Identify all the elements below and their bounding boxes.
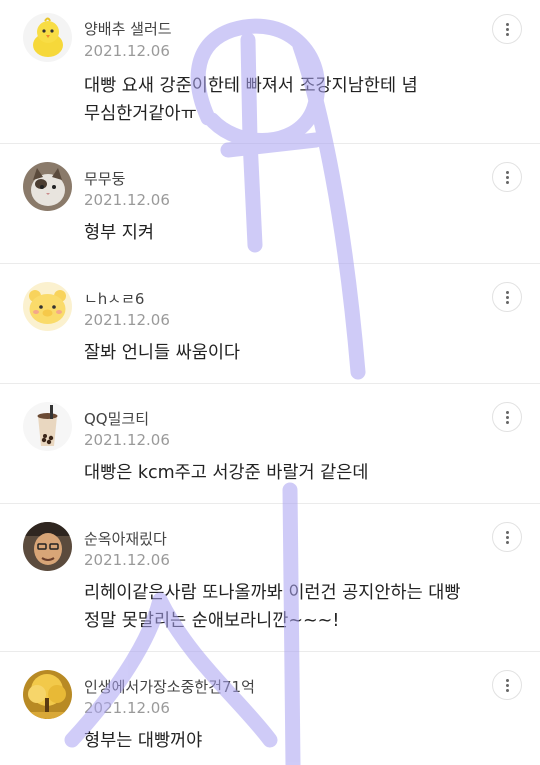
comment-item: 인생에서가장소중한건71억 2021.12.06 형부는 대빵꺼야 [0, 652, 540, 765]
comment-item: QQ밀크티 2021.12.06 대빵은 kcm주고 서강준 바랄거 같은데 [0, 384, 540, 504]
comment-date: 2021.12.06 [84, 699, 170, 717]
comment-date: 2021.12.06 [84, 551, 170, 569]
comment-date: 2021.12.06 [84, 311, 170, 329]
comment-text: 잘봐 언니들 싸움이다 [84, 339, 500, 367]
comment-date: 2021.12.06 [84, 431, 170, 449]
vertical-dots-icon [505, 22, 509, 26]
vertical-dots-icon [505, 678, 509, 682]
comment-text-line: 무심한거같아ㅠ [84, 104, 197, 124]
yellow-chick-avatar[interactable] [23, 13, 72, 62]
comment-text-line: 대빵은 kcm주고 서강준 바랄거 같은데 [84, 463, 369, 483]
comment-item: 순옥아재맀다 2021.12.06 리헤이같은사람 또나올까봐 이런건 공지안하… [0, 504, 540, 652]
more-options-button[interactable] [492, 670, 522, 700]
comment-nickname[interactable]: QQ밀크티 [84, 408, 149, 429]
more-options-button[interactable] [492, 522, 522, 552]
cat-photo-avatar[interactable] [23, 162, 72, 211]
comment-text-line: 형부는 대빵꺼야 [84, 731, 203, 751]
comment-nickname[interactable]: ㄴhㅅㄹ6 [84, 288, 144, 309]
vertical-dots-icon [505, 530, 509, 534]
yellow-bear-avatar[interactable] [23, 282, 72, 331]
bubble-tea-avatar[interactable] [23, 402, 72, 451]
comment-text: 형부 지켜 [84, 219, 500, 247]
comment-text-line: 리헤이같은사람 또나올까봐 이런건 공지안하는 대빵 [84, 583, 461, 603]
comment-text: 대빵은 kcm주고 서강준 바랄거 같은데 [84, 459, 500, 487]
comment-item: ㄴhㅅㄹ6 2021.12.06 잘봐 언니들 싸움이다 [0, 264, 540, 384]
comment-item: 무무둥 2021.12.06 형부 지켜 [0, 144, 540, 264]
comment-text-line: 잘봐 언니들 싸움이다 [84, 343, 241, 363]
vertical-dots-icon [505, 410, 509, 414]
comment-nickname[interactable]: 인생에서가장소중한건71억 [84, 676, 255, 697]
more-options-button[interactable] [492, 14, 522, 44]
comment-item: 양배추 샐러드 2021.12.06 대빵 요새 강준이한테 빠져서 조강지남한… [0, 0, 540, 144]
more-options-button[interactable] [492, 162, 522, 192]
vertical-dots-icon [505, 170, 509, 174]
man-photo-avatar[interactable] [23, 522, 72, 571]
comment-nickname[interactable]: 순옥아재맀다 [84, 528, 167, 549]
comment-nickname[interactable]: 무무둥 [84, 168, 125, 189]
comment-text-line: 정말 못말리는 순애보라니깐~~~! [84, 611, 340, 631]
comment-date: 2021.12.06 [84, 42, 170, 60]
comment-date: 2021.12.06 [84, 191, 170, 209]
comment-text-line: 대빵 요새 강준이한테 빠져서 조강지남한테 념 [84, 76, 418, 96]
comment-nickname[interactable]: 양배추 샐러드 [84, 18, 172, 39]
comment-text: 형부는 대빵꺼야 [84, 727, 500, 755]
comment-text: 리헤이같은사람 또나올까봐 이런건 공지안하는 대빵 정말 못말리는 순애보라니… [84, 579, 500, 635]
golden-tree-avatar[interactable] [23, 670, 72, 719]
vertical-dots-icon [505, 290, 509, 294]
comment-text-line: 형부 지켜 [84, 223, 154, 243]
comment-text: 대빵 요새 강준이한테 빠져서 조강지남한테 념 무심한거같아ㅠ [84, 72, 500, 128]
more-options-button[interactable] [492, 402, 522, 432]
more-options-button[interactable] [492, 282, 522, 312]
